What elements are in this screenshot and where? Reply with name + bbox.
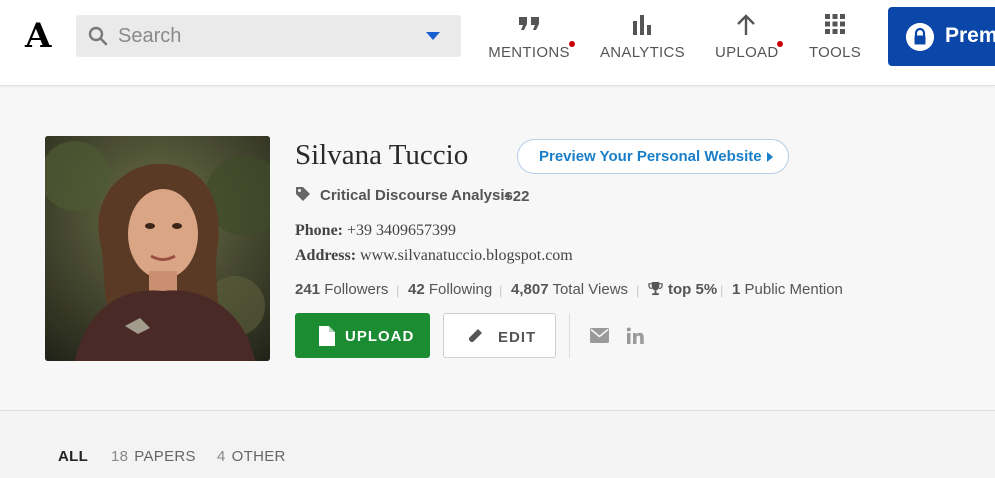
nav-mentions-label: MENTIONS (488, 44, 570, 61)
mail-icon[interactable] (590, 328, 609, 343)
tab-all-label: ALL (58, 448, 89, 465)
phone-label: Phone: (295, 222, 343, 239)
tab-other-count: 4 (217, 448, 226, 465)
nav-upload[interactable]: UPLOAD (715, 10, 783, 66)
stat-separator: | (636, 283, 640, 298)
stat-separator: | (499, 283, 503, 298)
pencil-icon (469, 329, 482, 342)
nav-tools-label: TOOLS (808, 44, 862, 61)
mentions-notification-dot (569, 41, 575, 47)
preview-website-label: Preview Your Personal Website (539, 148, 762, 165)
following-label: Following (428, 281, 493, 298)
profile-photo (45, 136, 270, 361)
mentions-count: 1 (732, 281, 741, 298)
research-interest-link[interactable]: Critical Discourse Analysis (320, 187, 513, 204)
tag-icon (296, 187, 310, 201)
nav-analytics[interactable]: ANALYTICS (600, 10, 685, 66)
edit-profile-button[interactable]: EDIT (443, 313, 556, 358)
stat-separator: | (720, 283, 724, 298)
upload-notification-dot (777, 41, 783, 47)
phone-row: Phone: +39 3409657399 (295, 222, 456, 240)
address-value: www.silvanatuccio.blogspot.com (360, 247, 573, 264)
phone-value: +39 3409657399 (347, 222, 457, 239)
action-divider (569, 313, 570, 358)
mentions-label: Public Mention (744, 281, 843, 298)
tab-all[interactable]: ALL (58, 448, 88, 465)
linkedin-icon[interactable] (626, 327, 644, 345)
tab-other[interactable]: 4 OTHER (217, 448, 286, 465)
address-label: Address: (295, 247, 357, 264)
arrow-up-icon (737, 14, 755, 35)
premium-label: Premium (945, 24, 995, 47)
search-input[interactable] (118, 21, 418, 51)
works-tabs: ALL 18 PAPERS 4 OTHER (0, 411, 995, 478)
tab-papers-label: PAPERS (134, 448, 196, 465)
trophy-icon (648, 281, 663, 296)
nav-mentions[interactable]: MENTIONS (488, 10, 575, 66)
site-logo[interactable]: A (25, 17, 51, 55)
profile-name: Silvana Tuccio (295, 139, 469, 171)
followers-stat[interactable]: 241 Followers (295, 281, 388, 298)
tab-other-label: OTHER (231, 448, 286, 465)
views-label: Total Views (552, 281, 629, 298)
tab-papers-count: 18 (111, 448, 129, 465)
views-count: 4,807 (511, 281, 549, 298)
premium-button[interactable]: Premium (888, 7, 995, 66)
mentions-stat[interactable]: 1 Public Mention (732, 281, 843, 298)
bar-chart-icon (633, 15, 651, 35)
following-count: 42 (408, 281, 425, 298)
followers-count: 241 (295, 281, 321, 298)
followers-label: Followers (324, 281, 389, 298)
top-navbar: A MENTIONS ANALYTICS UPLOAD (0, 0, 995, 86)
search-bar[interactable] (76, 15, 461, 57)
preview-website-button[interactable]: Preview Your Personal Website (517, 139, 789, 174)
stat-separator: | (396, 283, 400, 298)
more-interests-link[interactable]: +22 (504, 188, 529, 205)
upload-button-label: UPLOAD (345, 328, 415, 345)
search-dropdown-caret-icon[interactable] (426, 32, 440, 40)
tab-papers[interactable]: 18 PAPERS (111, 448, 196, 465)
nav-tools[interactable]: TOOLS (808, 10, 862, 66)
views-stat[interactable]: 4,807 Total Views (511, 281, 628, 298)
search-icon (88, 26, 108, 46)
rank-stat[interactable]: top 5% (668, 281, 717, 298)
caret-right-icon (767, 152, 773, 162)
document-icon (319, 326, 335, 346)
address-row: Address: www.silvanatuccio.blogspot.com (295, 247, 573, 265)
nav-analytics-label: ANALYTICS (600, 44, 685, 61)
upload-button[interactable]: UPLOAD (295, 313, 430, 358)
grid-icon (825, 14, 845, 34)
nav-upload-label: UPLOAD (715, 44, 779, 61)
lock-icon (906, 23, 934, 51)
following-stat[interactable]: 42 Following (408, 281, 492, 298)
edit-button-label: EDIT (498, 329, 537, 346)
profile-photo-image (45, 136, 270, 361)
quote-icon (519, 17, 539, 30)
